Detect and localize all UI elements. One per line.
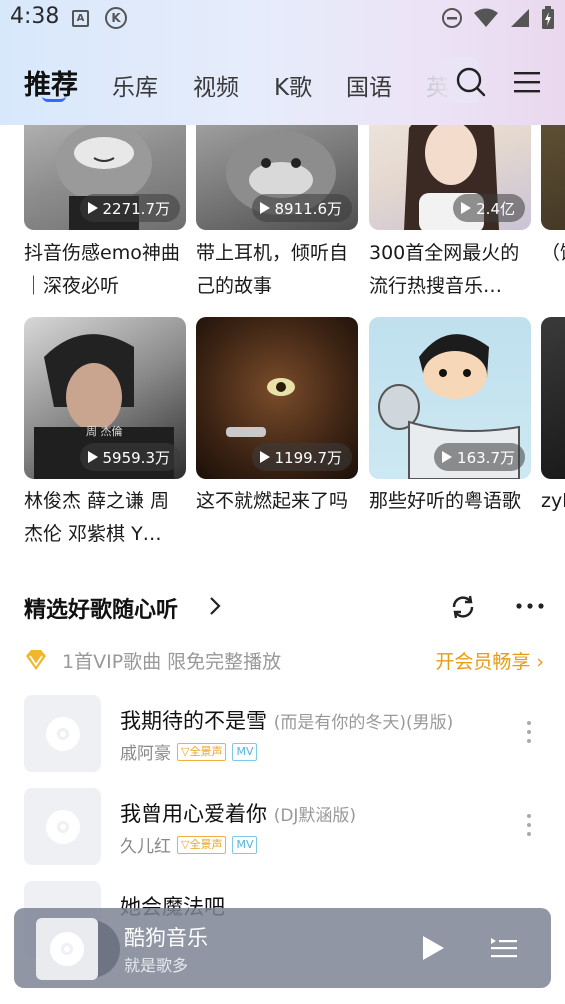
- play-count: 8911.6万: [274, 199, 343, 218]
- play-icon: [461, 202, 472, 214]
- disc-icon: [45, 809, 80, 844]
- play-count-badge: 5959.3万: [79, 443, 180, 471]
- wifi-icon: [474, 8, 498, 27]
- status-time: 4:38: [10, 4, 60, 29]
- play-icon: [259, 202, 270, 214]
- mv-badge[interactable]: MV: [232, 835, 258, 854]
- section-title[interactable]: 精选好歌随心听: [24, 592, 178, 624]
- signal-icon: [511, 9, 529, 27]
- surround-sound-badge: ▽全景声: [177, 835, 227, 854]
- song-version: (DJ默涵版): [273, 806, 357, 826]
- tab-karaoke[interactable]: K歌: [274, 68, 312, 102]
- song-more-icon[interactable]: [526, 814, 532, 840]
- playlist-queue-icon[interactable]: [490, 936, 518, 960]
- playlist-cover: 2271.7万: [24, 125, 186, 230]
- song-meta: 久儿红 ▽全景声 MV: [120, 832, 258, 857]
- playlist-title: zyb柯呗: [541, 490, 565, 512]
- status-icons: [441, 6, 555, 30]
- tab-library[interactable]: 乐库: [112, 68, 158, 102]
- mini-player[interactable]: 酷狗音乐 就是歌多: [14, 908, 551, 988]
- tab-video[interactable]: 视频: [193, 68, 239, 102]
- vip-diamond-icon: [26, 650, 46, 670]
- song-artist: 久儿红: [120, 837, 171, 857]
- play-count-badge: 2.4亿: [453, 194, 525, 222]
- song-title: 我期待的不是雪 (而是有你的冬天)(男版): [120, 705, 453, 735]
- player-title: 酷狗音乐: [124, 926, 208, 950]
- notification-a-icon: A: [72, 10, 89, 27]
- playlist-cover: 1199.7万: [196, 317, 358, 479]
- notification-k-icon: K: [105, 7, 127, 29]
- playlist-title: （饭爆款: [541, 242, 565, 264]
- play-icon[interactable]: [420, 934, 446, 962]
- menu-icon[interactable]: [513, 70, 541, 94]
- song-artist: 戚阿豪: [120, 744, 171, 764]
- play-icon: [442, 451, 453, 463]
- song-row[interactable]: 我曾用心爱着你 (DJ默涵版) 久儿红 ▽全景声 MV: [0, 788, 565, 878]
- svg-text:周 杰倫: 周 杰倫: [86, 424, 123, 438]
- playlist-title: 带上耳机，倾听自己的故事: [196, 242, 349, 297]
- play-icon: [87, 202, 98, 214]
- playlist-title: 那些好听的粤语歌: [369, 490, 522, 512]
- surround-badge-label: 全景声: [189, 837, 223, 851]
- song-cover: [24, 695, 101, 772]
- playlist-cover: 周 杰倫 5959.3万: [24, 317, 186, 479]
- status-bar: 4:38 A K: [0, 0, 565, 40]
- mv-badge[interactable]: MV: [232, 742, 258, 761]
- play-icon: [259, 451, 270, 463]
- playlist-title: 抖音伤感emo神曲｜深夜必听: [24, 242, 180, 297]
- playlist-title: 这不就燃起来了吗: [196, 490, 349, 512]
- playlist-cover: 8911.6万: [196, 125, 358, 230]
- play-count-badge: 2271.7万: [79, 194, 180, 222]
- song-meta: 戚阿豪 ▽全景声 MV: [120, 739, 258, 764]
- song-name: 我曾用心爱着你: [120, 802, 267, 826]
- refresh-icon[interactable]: [450, 594, 476, 620]
- playlist-grid: 2271.7万 抖音伤感emo神曲｜深夜必听 8911.6万 带上耳机，倾听自己…: [0, 125, 565, 555]
- song-row[interactable]: 我期待的不是雪 (而是有你的冬天)(男版) 戚阿豪 ▽全景声 MV: [0, 695, 565, 785]
- playlist-title: 300首全网最火的流行热搜音乐…: [369, 242, 520, 297]
- active-tab-indicator: [42, 96, 66, 102]
- do-not-disturb-icon: [442, 8, 462, 28]
- surround-sound-badge: ▽全景声: [177, 742, 227, 761]
- disc-icon: [50, 932, 84, 966]
- play-count: 2.4亿: [476, 199, 515, 218]
- chevron-right-icon[interactable]: [208, 596, 222, 616]
- vip-banner[interactable]: 1首VIP歌曲 限免完整播放 开会员畅享 ›: [24, 646, 544, 674]
- playlist-title: 林俊杰 薛之谦 周杰伦 邓紫棋 Y…: [24, 490, 170, 545]
- playlist-cover: [541, 317, 565, 479]
- vip-cta-link[interactable]: 开会员畅享 ›: [435, 647, 544, 674]
- song-more-icon[interactable]: [526, 721, 532, 747]
- disc-icon: [45, 716, 80, 751]
- more-options-icon[interactable]: [515, 596, 545, 616]
- play-count-badge: 1199.7万: [251, 443, 352, 471]
- battery-icon: [542, 6, 554, 29]
- play-count-badge: 8911.6万: [251, 194, 352, 222]
- tab-mandarin[interactable]: 国语: [346, 68, 392, 102]
- play-count: 163.7万: [457, 448, 515, 467]
- play-count-badge: 163.7万: [434, 443, 525, 471]
- song-title: 我曾用心爱着你 (DJ默涵版): [120, 798, 356, 828]
- playlist-cover: [541, 125, 565, 230]
- search-icon[interactable]: [455, 66, 487, 98]
- song-name: 我期待的不是雪: [120, 709, 267, 733]
- play-count: 1199.7万: [274, 448, 343, 467]
- playlist-cover: 2.4亿: [369, 125, 531, 230]
- play-icon: [87, 451, 98, 463]
- vip-banner-text: 1首VIP歌曲 限免完整播放: [62, 651, 282, 673]
- surround-badge-label: 全景声: [189, 744, 223, 758]
- play-count: 5959.3万: [102, 448, 171, 467]
- player-cover: [36, 918, 98, 980]
- song-cover: [24, 788, 101, 865]
- player-subtitle: 就是歌多: [124, 956, 189, 975]
- song-version: (而是有你的冬天)(男版): [273, 713, 454, 733]
- playlist-cover: 163.7万: [369, 317, 531, 479]
- play-count: 2271.7万: [102, 199, 171, 218]
